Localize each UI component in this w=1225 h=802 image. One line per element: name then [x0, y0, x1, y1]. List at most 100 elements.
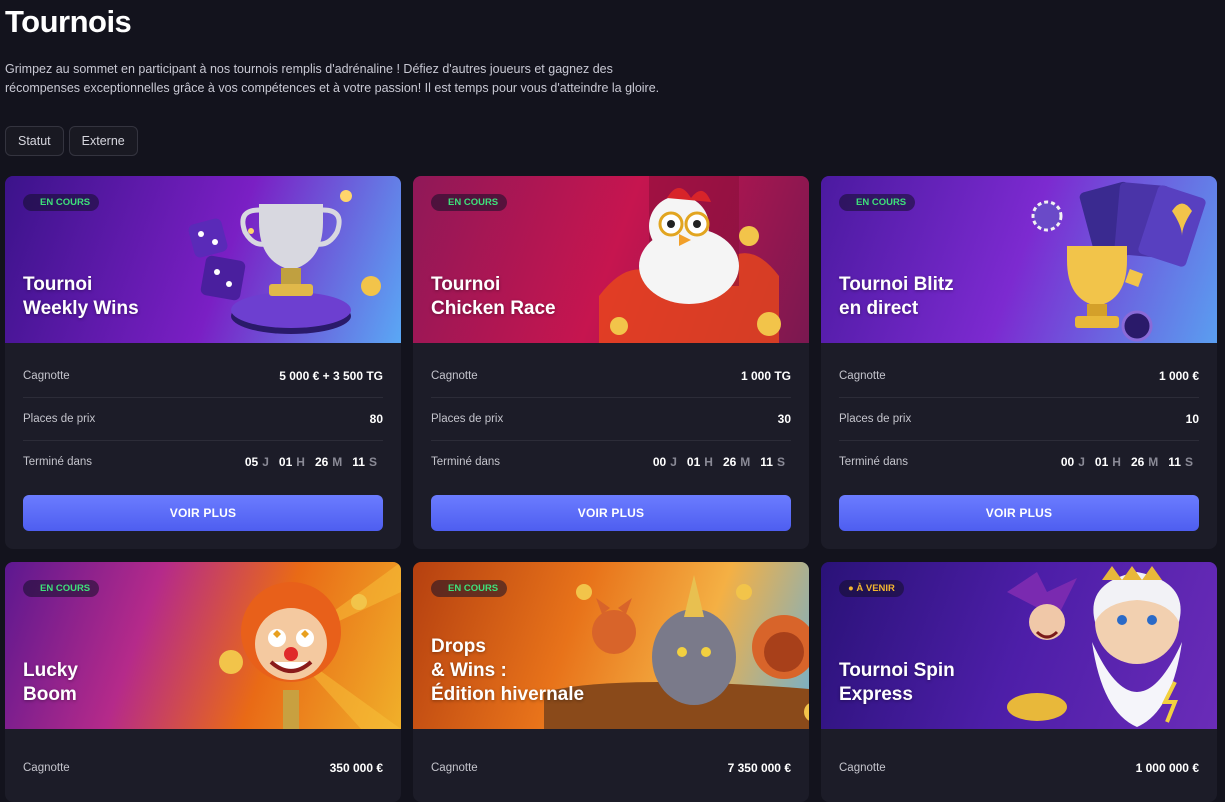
- prize-pool-row: Cagnotte 350 000 €: [23, 747, 383, 789]
- tournament-card[interactable]: EN COURS Lucky Boom Cagnotte 350 000 €: [5, 562, 401, 802]
- prize-pool-row: Cagnotte 7 350 000 €: [431, 747, 791, 789]
- status-badge: EN COURS: [23, 580, 100, 597]
- minutes-unit: M: [332, 455, 343, 469]
- status-badge: EN COURS: [23, 194, 100, 211]
- tournament-title: Tournoi Chicken Race: [431, 274, 556, 319]
- status-badge: EN COURS: [431, 194, 508, 211]
- zeus-jester-illustration: [1007, 566, 1182, 727]
- prize-places-value: 80: [369, 412, 383, 426]
- prize-pool-label: Cagnotte: [23, 370, 70, 382]
- tournament-title: Tournoi Weekly Wins: [23, 274, 139, 319]
- tournament-card[interactable]: EN COURS Tournoi Weekly Wins Cagnotte 5 …: [5, 176, 401, 549]
- tournament-title: Tournoi Blitz en direct: [839, 274, 954, 319]
- prize-pool-label: Cagnotte: [839, 762, 886, 774]
- prize-pool-value: 7 350 000 €: [727, 761, 791, 775]
- tournament-title: Tournoi Spin Express: [839, 660, 955, 705]
- card-info: Cagnotte 1 000 € Places de prix 10 Termi…: [821, 343, 1217, 483]
- countdown-timer: 00 J 01 H 26 M 11 S: [1061, 455, 1199, 469]
- prize-pool-label: Cagnotte: [431, 762, 478, 774]
- prize-pool-value: 5 000 € + 3 500 TG: [279, 369, 383, 383]
- trophy-dice-illustration: [188, 190, 381, 334]
- tournament-card[interactable]: EN COURS Tournoi Blitz en direct Cagnott…: [821, 176, 1217, 549]
- days-unit: J: [670, 455, 677, 469]
- see-more-button[interactable]: VOIR PLUS: [431, 495, 791, 531]
- countdown-hours: 01: [686, 455, 701, 469]
- see-more-button[interactable]: VOIR PLUS: [839, 495, 1199, 531]
- card-banner: EN COURS Tournoi Blitz en direct: [821, 176, 1217, 343]
- tournament-title: Lucky Boom: [23, 660, 78, 705]
- page-title: Tournois: [5, 4, 132, 39]
- prize-places-row: Places de prix 10: [839, 398, 1199, 441]
- countdown-days: 05: [244, 455, 259, 469]
- days-unit: J: [262, 455, 269, 469]
- tournament-card[interactable]: EN COURS Tournoi Chicken Race Cagnotte 1…: [413, 176, 809, 549]
- page-intro: Grimpez au sommet en participant à nos t…: [5, 60, 665, 98]
- countdown-row: Terminé dans 00 J 01 H 26 M 11 S: [839, 441, 1199, 483]
- hours-unit: H: [296, 455, 305, 469]
- prize-pool-value: 350 000 €: [329, 761, 383, 775]
- card-info: Cagnotte 5 000 € + 3 500 TG Places de pr…: [5, 343, 401, 483]
- tournament-card[interactable]: ● À VENIR Tournoi Spin Express Cagnotte …: [821, 562, 1217, 802]
- tournament-card[interactable]: EN COURS Drops & Wins : Édition hivernal…: [413, 562, 809, 802]
- card-info: Cagnotte 350 000 €: [5, 729, 401, 789]
- countdown-minutes: 26: [314, 455, 329, 469]
- prize-places-label: Places de prix: [23, 413, 96, 425]
- countdown-timer: 05 J 01 H 26 M 11 S: [245, 455, 383, 469]
- card-banner: ● À VENIR Tournoi Spin Express: [821, 562, 1217, 729]
- minutes-unit: M: [740, 455, 751, 469]
- seconds-unit: S: [1184, 455, 1193, 469]
- countdown-label: Terminé dans: [839, 456, 909, 468]
- see-more-button[interactable]: VOIR PLUS: [23, 495, 383, 531]
- countdown-seconds: 11: [352, 455, 365, 469]
- card-banner: EN COURS Tournoi Weekly Wins: [5, 176, 401, 343]
- card-banner: EN COURS Drops & Wins : Édition hivernal…: [413, 562, 809, 729]
- prize-places-value: 30: [777, 412, 791, 426]
- countdown-label: Terminé dans: [431, 456, 501, 468]
- intro-line-2: récompenses exceptionnelles grâce à vos …: [5, 81, 660, 95]
- prize-pool-value: 1 000 000 €: [1135, 761, 1199, 775]
- minutes-unit: M: [1148, 455, 1159, 469]
- status-badge: EN COURS: [839, 194, 916, 211]
- status-badge: ● À VENIR: [839, 580, 904, 597]
- countdown-minutes: 26: [722, 455, 737, 469]
- external-filter-button[interactable]: Externe: [68, 126, 138, 156]
- prize-pool-value: 1 000 TG: [740, 369, 791, 383]
- days-unit: J: [1078, 455, 1085, 469]
- chicken-illustration: [599, 176, 781, 343]
- card-banner: EN COURS Lucky Boom: [5, 562, 401, 729]
- prize-places-row: Places de prix 80: [23, 398, 383, 441]
- countdown-seconds: 11: [1168, 455, 1181, 469]
- cards-trophy-illustration: [1031, 181, 1206, 342]
- countdown-row: Terminé dans 00 J 01 H 26 M 11 S: [431, 441, 791, 483]
- prize-places-row: Places de prix 30: [431, 398, 791, 441]
- prize-pool-row: Cagnotte 1 000 000 €: [839, 747, 1199, 789]
- countdown-minutes: 26: [1130, 455, 1145, 469]
- countdown-label: Terminé dans: [23, 456, 93, 468]
- seconds-unit: S: [368, 455, 377, 469]
- countdown-hours: 01: [1094, 455, 1109, 469]
- filter-bar: Statut Externe: [5, 126, 138, 156]
- card-info: Cagnotte 1 000 TG Places de prix 30 Term…: [413, 343, 809, 483]
- clown-illustration: [219, 562, 401, 729]
- tournament-title: Drops & Wins : Édition hivernale: [431, 636, 585, 705]
- hours-unit: H: [1112, 455, 1121, 469]
- countdown-days: 00: [652, 455, 667, 469]
- seconds-unit: S: [776, 455, 785, 469]
- prize-pool-label: Cagnotte: [839, 370, 886, 382]
- prize-places-label: Places de prix: [839, 413, 912, 425]
- prize-places-label: Places de prix: [431, 413, 504, 425]
- countdown-timer: 00 J 01 H 26 M 11 S: [653, 455, 791, 469]
- card-info: Cagnotte 1 000 000 €: [821, 729, 1217, 789]
- card-info: Cagnotte 7 350 000 €: [413, 729, 809, 789]
- status-badge: EN COURS: [431, 580, 508, 597]
- status-filter-button[interactable]: Statut: [5, 126, 64, 156]
- prize-places-value: 10: [1185, 412, 1199, 426]
- prize-pool-label: Cagnotte: [23, 762, 70, 774]
- hours-unit: H: [704, 455, 713, 469]
- intro-line-1: Grimpez au sommet en participant à nos t…: [5, 62, 613, 76]
- prize-pool-label: Cagnotte: [431, 370, 478, 382]
- prize-pool-row: Cagnotte 1 000 TG: [431, 355, 791, 398]
- card-banner: EN COURS Tournoi Chicken Race: [413, 176, 809, 343]
- prize-pool-row: Cagnotte 1 000 €: [839, 355, 1199, 398]
- countdown-seconds: 11: [760, 455, 773, 469]
